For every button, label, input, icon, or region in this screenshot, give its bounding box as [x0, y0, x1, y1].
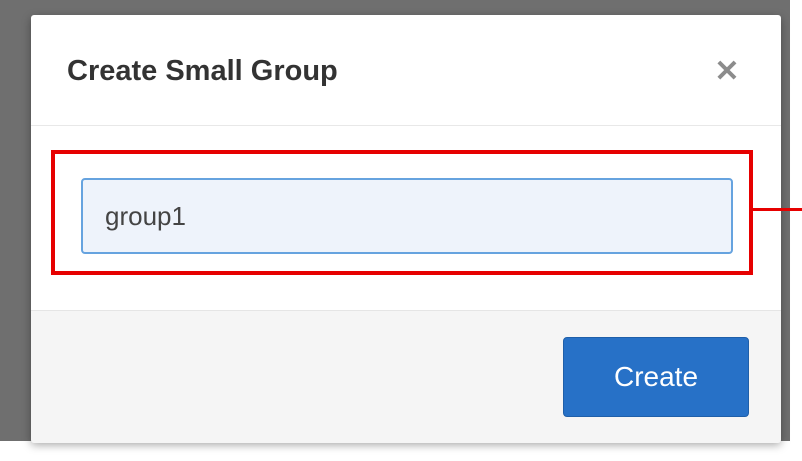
annotation-connector-line: [753, 208, 802, 211]
dialog-footer: Create: [31, 310, 781, 443]
create-small-group-dialog: Create Small Group ✕ Create: [31, 15, 781, 443]
close-icon[interactable]: ✕: [709, 55, 745, 91]
dialog-header: Create Small Group ✕: [31, 15, 781, 126]
dialog-title: Create Small Group: [67, 55, 338, 87]
page-background-strip: [0, 441, 802, 461]
dialog-body: [31, 126, 781, 310]
page-background-strip: [790, 0, 802, 461]
group-name-input[interactable]: [81, 178, 733, 254]
create-button[interactable]: Create: [563, 337, 749, 417]
